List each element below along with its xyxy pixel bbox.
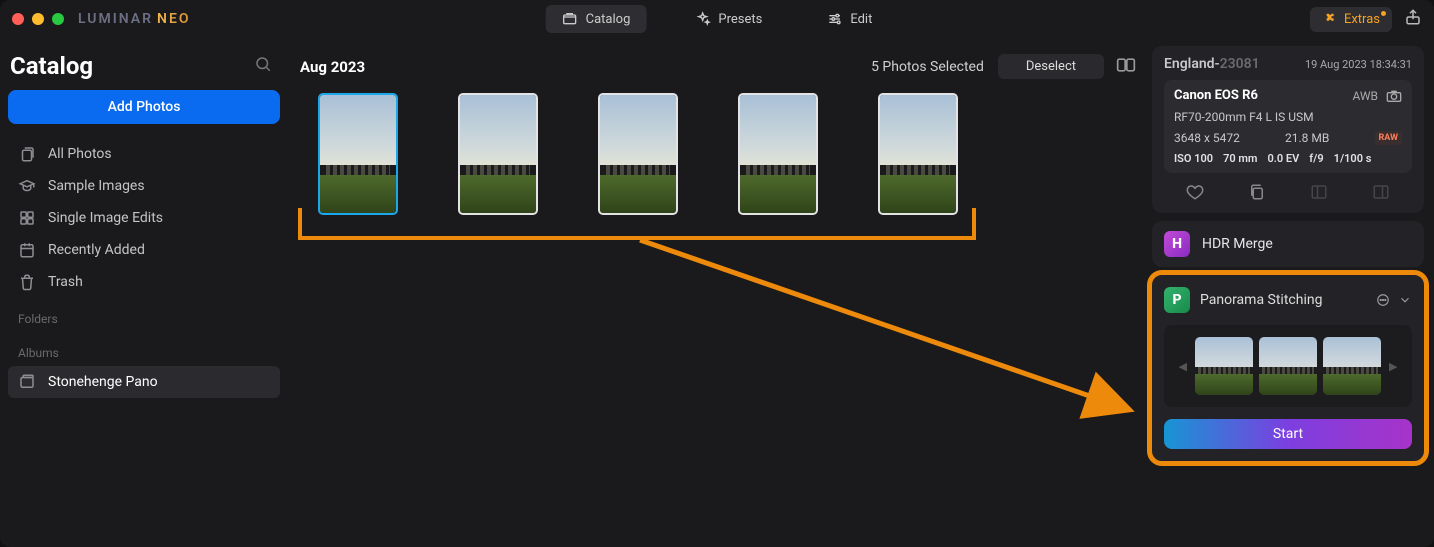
pano-icon: P <box>1164 287 1190 313</box>
sidebar-item-recent[interactable]: Recently Added <box>8 234 280 266</box>
sidebar-section-albums[interactable]: Albums <box>8 332 280 366</box>
file-date: 19 Aug 2023 18:34:31 <box>1305 58 1412 71</box>
sidebar-label: Sample Images <box>48 178 145 194</box>
extras-button[interactable]: Extras <box>1310 7 1392 32</box>
pano-mini-thumb[interactable] <box>1323 337 1381 395</box>
pano-mini-thumb[interactable] <box>1195 337 1253 395</box>
extras-notification-dot <box>1381 11 1386 16</box>
mode-tabs: Catalog Presets Edit <box>546 5 889 33</box>
camera-icon <box>1386 89 1402 103</box>
share-button[interactable] <box>1404 8 1422 30</box>
sidebar-item-all-photos[interactable]: All Photos <box>8 138 280 170</box>
right-panel-icon[interactable] <box>1372 183 1390 201</box>
sidebar-label: Stonehenge Pano <box>48 374 158 390</box>
main-title: Aug 2023 <box>300 58 365 76</box>
deselect-button[interactable]: Deselect <box>998 54 1104 79</box>
lens-name: RF70-200mm F4 L IS USM <box>1174 110 1314 124</box>
extras-label: Extras <box>1344 12 1380 27</box>
sidebar-item-sample[interactable]: Sample Images <box>8 170 280 202</box>
more-icon[interactable] <box>1376 293 1390 307</box>
pano-mini-thumb[interactable] <box>1259 337 1317 395</box>
sliders-icon <box>826 11 842 27</box>
photo-thumbnail[interactable] <box>318 93 398 215</box>
camera-name: Canon EOS R6 <box>1174 88 1258 103</box>
exif-aperture: f/9 <box>1309 152 1323 165</box>
tab-edit-label: Edit <box>850 12 872 27</box>
photo-thumbnail[interactable] <box>738 93 818 215</box>
tab-catalog[interactable]: Catalog <box>546 5 647 33</box>
titlebar: LUMINAR NEO Catalog Presets Edit Extras <box>0 0 1434 38</box>
hdr-merge-card[interactable]: H HDR Merge <box>1152 221 1424 267</box>
tab-catalog-label: Catalog <box>586 12 631 27</box>
pano-start-button[interactable]: Start <box>1164 419 1412 449</box>
catalog-icon <box>562 11 578 27</box>
raw-badge: RAW <box>1375 131 1402 145</box>
sidebar-title: Catalog <box>10 52 93 80</box>
compare-view-button[interactable] <box>1116 57 1136 77</box>
exif-iso: ISO 100 <box>1174 152 1213 165</box>
graduation-icon <box>18 177 36 195</box>
awb-label: AWB <box>1352 89 1378 103</box>
window-maximize-button[interactable] <box>52 13 64 25</box>
sidebar-item-trash[interactable]: Trash <box>8 266 280 298</box>
sidebar-item-single-edits[interactable]: Single Image Edits <box>8 202 280 234</box>
trash-icon <box>18 273 36 291</box>
app-logo: LUMINAR NEO <box>78 11 191 27</box>
copy-icon[interactable] <box>1248 183 1266 201</box>
photo-thumbnail[interactable] <box>458 93 538 215</box>
chevron-down-icon[interactable] <box>1398 293 1412 307</box>
sidebar-label: All Photos <box>48 146 112 162</box>
exif-focal: 70 mm <box>1223 152 1257 165</box>
pano-next-button[interactable]: ▶ <box>1387 360 1399 373</box>
pano-label: Panorama Stitching <box>1200 292 1322 308</box>
sidebar-label: Recently Added <box>48 242 145 258</box>
sidebar-section-folders[interactable]: Folders <box>8 298 280 332</box>
right-panel: England-23081 19 Aug 2023 18:34:31 Canon… <box>1152 38 1434 547</box>
tab-presets-label: Presets <box>718 12 762 27</box>
pano-preview-strip: ◀ ▶ <box>1164 325 1412 407</box>
exif-ev: 0.0 EV <box>1267 152 1299 165</box>
exif-shutter: 1/100 s <box>1334 152 1372 165</box>
tab-presets[interactable]: Presets <box>678 5 778 33</box>
hdr-label: HDR Merge <box>1202 236 1273 252</box>
left-panel-icon[interactable] <box>1310 183 1328 201</box>
file-size: 21.8 MB <box>1285 131 1329 145</box>
tab-edit[interactable]: Edit <box>810 5 888 33</box>
stack-icon <box>18 145 36 163</box>
thumbnail-row <box>296 93 1140 215</box>
pano-prev-button[interactable]: ◀ <box>1177 360 1189 373</box>
info-card: England-23081 19 Aug 2023 18:34:31 Canon… <box>1152 46 1424 213</box>
main-area: Aug 2023 5 Photos Selected Deselect <box>288 38 1152 547</box>
sidebar-album-item[interactable]: Stonehenge Pano <box>8 366 280 398</box>
sidebar-label: Single Image Edits <box>48 210 163 226</box>
add-photos-button[interactable]: Add Photos <box>8 90 280 124</box>
dimensions: 3648 x 5472 <box>1174 131 1240 145</box>
window-minimize-button[interactable] <box>32 13 44 25</box>
photo-thumbnail[interactable] <box>878 93 958 215</box>
hdr-icon: H <box>1164 231 1190 257</box>
grid-icon <box>18 209 36 227</box>
sidebar: Catalog Add Photos All Photos Sample Ima… <box>0 38 288 547</box>
calendar-icon <box>18 241 36 259</box>
file-name: England-23081 <box>1164 56 1260 72</box>
album-icon <box>18 373 36 391</box>
favorite-icon[interactable] <box>1186 183 1204 201</box>
selection-count: 5 Photos Selected <box>871 59 984 75</box>
sidebar-label: Trash <box>48 274 83 290</box>
puzzle-icon <box>1322 12 1336 26</box>
sparkle-icon <box>694 11 710 27</box>
photo-thumbnail[interactable] <box>598 93 678 215</box>
window-close-button[interactable] <box>12 13 24 25</box>
panorama-card: P Panorama Stitching ◀ ▶ Start <box>1152 275 1424 461</box>
search-button[interactable] <box>254 55 272 77</box>
